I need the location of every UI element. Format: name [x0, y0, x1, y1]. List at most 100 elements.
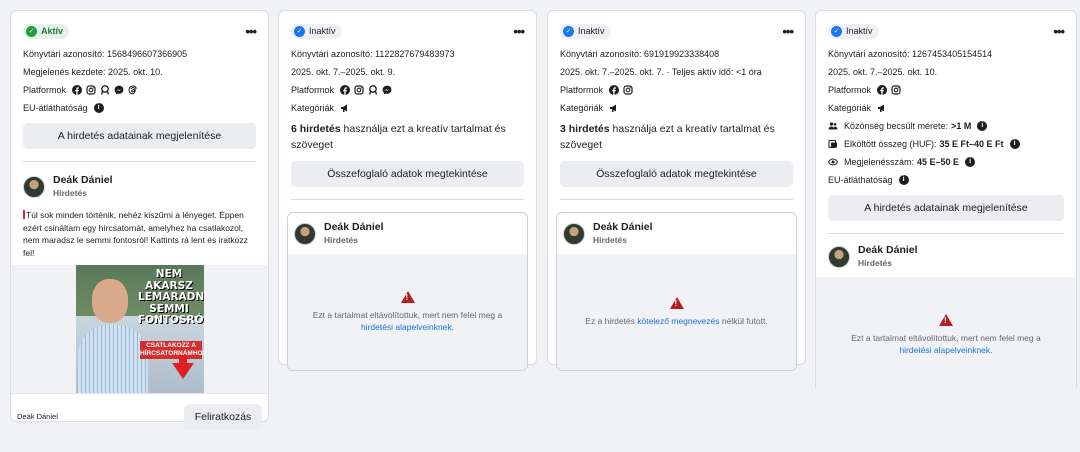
- footer-advertiser-name: Deák Dániel: [17, 412, 58, 421]
- sponsored-label: Hirdetés: [324, 235, 359, 245]
- removed-notice: Ezt a tartalmat eltávolítottuk, mert nem…: [288, 254, 527, 370]
- categories-row: Kategóriák: [828, 99, 1064, 117]
- check-icon: ✓: [831, 25, 842, 37]
- instagram-icon: [354, 85, 364, 95]
- avatar[interactable]: [828, 245, 850, 268]
- ad-footer: Deák Dániel Feliratkozás: [11, 393, 268, 433]
- check-icon: ✓: [563, 25, 574, 37]
- advertiser-name[interactable]: Deák Dániel: [858, 244, 918, 257]
- show-ad-details-button[interactable]: A hirdetés adatainak megjelenítése: [828, 195, 1064, 221]
- audience-network-icon: [100, 85, 110, 95]
- facebook-icon: [877, 85, 888, 95]
- warning-icon: [669, 297, 684, 309]
- sponsored-label: Hirdetés: [858, 258, 893, 268]
- warning-icon: [400, 291, 415, 303]
- platforms-row: Platformok: [828, 81, 1064, 99]
- library-id: Könyvtári azonosító: 691919923338408: [560, 49, 720, 59]
- removed-notice: Ez a hirdetés kötelező megnevezés nélkül…: [557, 254, 796, 370]
- money-icon: [828, 139, 837, 149]
- creative-area: NEM AKARSZ LEMARADNI SEMMI FONTOSRÓL? CS…: [11, 265, 268, 393]
- person-head: [92, 279, 128, 323]
- transparency-row: EU-átláthatóság i: [23, 99, 256, 117]
- advertiser-header: Deák Dániel Hirdetés: [288, 213, 527, 254]
- red-mark-icon: [23, 210, 25, 219]
- view-summary-button[interactable]: Összefoglaló adatok megtekintése: [291, 161, 524, 187]
- ad-policies-link[interactable]: hirdetési alapelveinknek: [899, 345, 990, 355]
- divider: [291, 199, 524, 200]
- info-icon[interactable]: i: [93, 103, 104, 113]
- advertiser-name[interactable]: Deák Dániel: [324, 221, 384, 234]
- spend-row: Elköltött összeg (HUF): 35 E Ft–40 E Ft …: [828, 135, 1064, 153]
- mandatory-disclaimer-link[interactable]: kötelező megnevezés: [637, 316, 719, 326]
- status-badge: ✓ Inaktív: [291, 23, 342, 39]
- show-ad-details-button[interactable]: A hirdetés adatainak megjelenítése: [23, 123, 256, 149]
- more-options-button[interactable]: •••: [782, 24, 794, 39]
- status-badge: ✓ Inaktív: [828, 23, 879, 39]
- creative-cta: CSATLAKOZZ A HÍRCSATORNÁMHOZ!: [140, 341, 204, 359]
- messenger-icon: [382, 85, 392, 95]
- megaphone-icon: [610, 104, 617, 112]
- check-icon: ✓: [294, 25, 305, 37]
- warning-icon: [939, 314, 953, 326]
- info-icon[interactable]: i: [977, 121, 988, 131]
- advertiser-name[interactable]: Deák Dániel: [593, 221, 653, 234]
- audience-row: Közönség becsült mérete: >1 M i: [828, 117, 1064, 135]
- view-summary-button[interactable]: Összefoglaló adatok megtekintése: [560, 161, 793, 187]
- ad-policies-link[interactable]: hirdetési alapelveinknek: [361, 322, 452, 332]
- info-icon[interactable]: i: [965, 157, 976, 167]
- ad-card-2: ✓ Inaktív ••• Könyvtári azonosító: 11228…: [278, 10, 537, 371]
- ad-body: Túl sok minden történik, nehéz kiszűrni …: [23, 210, 248, 258]
- ad-creative-image[interactable]: NEM AKARSZ LEMARADNI SEMMI FONTOSRÓL? CS…: [76, 265, 204, 393]
- platforms-row: Platformok: [291, 81, 524, 99]
- advertiser-header: Deák Dániel Hirdetés: [11, 162, 268, 199]
- instagram-icon: [891, 85, 901, 95]
- ad-card-3: ✓ Inaktív ••• Könyvtári azonosító: 69191…: [547, 10, 806, 371]
- threads-icon: [128, 85, 137, 95]
- run-dates: 2025. okt. 7.–2025. okt. 7. · Teljes akt…: [560, 67, 762, 77]
- usage-summary: 6 hirdetés használja ezt a kreatív tarta…: [291, 123, 506, 151]
- categories-row: Kategóriák: [291, 99, 524, 117]
- megaphone-icon: [878, 104, 885, 112]
- removed-notice: Ezt a tartalmat eltávolítottuk, mert nem…: [816, 277, 1076, 393]
- arrow-down-icon: [172, 363, 194, 379]
- facebook-icon: [340, 85, 351, 95]
- facebook-icon: [72, 85, 83, 95]
- removed-ad-preview: Deák Dániel Hirdetés Ez a hirdetés kötel…: [556, 212, 797, 371]
- advertiser-header: Deák Dániel Hirdetés: [816, 234, 1076, 277]
- subscribe-button[interactable]: Feliratkozás: [184, 403, 262, 430]
- info-icon[interactable]: i: [898, 175, 909, 185]
- categories-row: Kategóriák: [560, 99, 793, 117]
- run-dates: 2025. okt. 7.–2025. okt. 9.: [291, 67, 396, 77]
- sponsored-label: Hirdetés: [53, 188, 88, 198]
- advertiser-name[interactable]: Deák Dániel: [53, 174, 113, 187]
- audience-network-icon: [368, 85, 378, 95]
- avatar[interactable]: [23, 175, 45, 198]
- run-dates: 2025. okt. 7.–2025. okt. 10.: [828, 67, 938, 77]
- library-id: Könyvtári azonosító: 1122827679483973: [291, 49, 455, 59]
- library-id: Könyvtári azonosító: 1568496607366905: [23, 49, 188, 59]
- divider: [560, 199, 793, 200]
- messenger-icon: [114, 85, 124, 95]
- avatar[interactable]: [294, 222, 316, 245]
- library-id: Könyvtári azonosító: 1267453405154514: [828, 49, 993, 59]
- creative-headline: NEM AKARSZ LEMARADNI SEMMI FONTOSRÓL?: [138, 268, 204, 326]
- people-icon: [828, 122, 838, 130]
- instagram-icon: [86, 85, 96, 95]
- status-badge: ✓ Aktív: [23, 23, 70, 39]
- more-options-button[interactable]: •••: [513, 24, 525, 39]
- info-icon[interactable]: i: [1009, 139, 1020, 149]
- person-shirt: [78, 325, 148, 393]
- advertiser-header: Deák Dániel Hirdetés: [557, 213, 796, 254]
- usage-summary: 3 hirdetés használja ezt a kreatív tarta…: [560, 123, 775, 151]
- platforms-row: Platformok: [560, 81, 793, 99]
- start-date: Megjelenés kezdete: 2025. okt. 10.: [23, 67, 163, 77]
- more-options-button[interactable]: •••: [245, 24, 257, 39]
- more-options-button[interactable]: •••: [1053, 24, 1065, 39]
- ad-card-1: ✓ Aktív ••• Könyvtári azonosító: 1568496…: [10, 10, 269, 430]
- megaphone-icon: [341, 104, 348, 112]
- eye-icon: [828, 158, 838, 166]
- ad-card-4: ✓ Inaktív ••• Könyvtári azonosító: 12674…: [815, 10, 1077, 393]
- avatar[interactable]: [563, 222, 585, 245]
- platforms-row: Platformok: [23, 81, 256, 99]
- removed-ad-preview: Deák Dániel Hirdetés Ezt a tartalmat elt…: [287, 212, 528, 371]
